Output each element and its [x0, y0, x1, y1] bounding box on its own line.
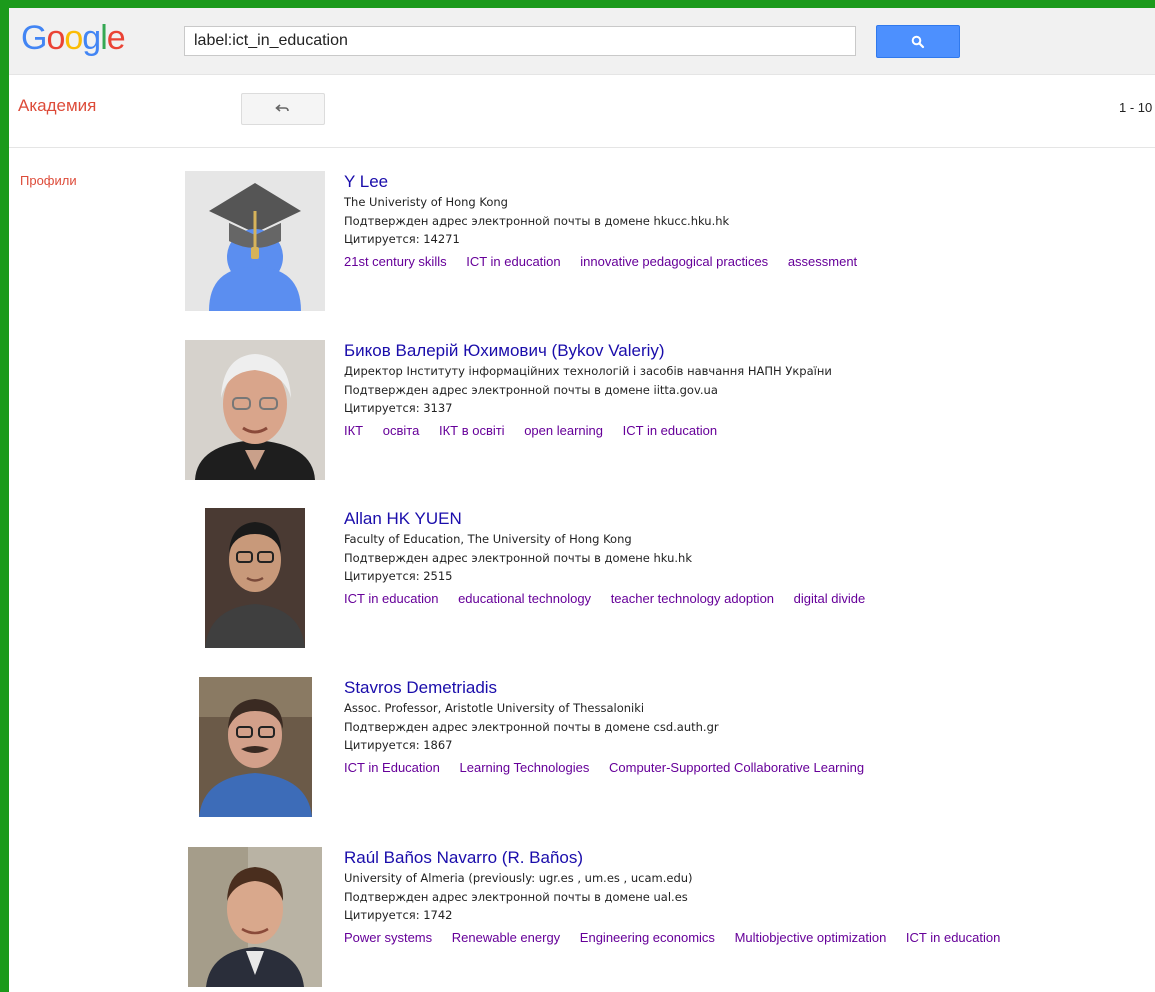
profile-email: Подтвержден адрес электронной почты в до…	[344, 550, 693, 565]
profile-tags: ICT in Education Learning Technologies C…	[344, 758, 880, 778]
profile-affiliation: University of Almeria (previously: ugr.e…	[344, 871, 693, 885]
profile-name[interactable]: Raúl Baños Navarro (R. Baños)	[344, 847, 1016, 869]
browser-page: Google label:ict_in_education Академия 1…	[9, 8, 1155, 992]
interest-tag[interactable]: assessment	[788, 254, 857, 269]
profile-name[interactable]: Stavros Demetriadis	[344, 677, 880, 699]
interest-tag[interactable]: 21st century skills	[344, 254, 447, 269]
profile-photo[interactable]	[185, 171, 325, 311]
interest-tag[interactable]: ІКТ	[344, 423, 363, 438]
profile-affiliation: The Univeristy of Hong Kong	[344, 195, 508, 209]
profile-email: Подтвержден адрес электронной почты в до…	[344, 719, 719, 734]
interest-tag[interactable]: educational technology	[458, 591, 591, 606]
profile-citations: Цитируется: 14271	[344, 232, 460, 246]
profile-email: Подтвержден адрес электронной почты в до…	[344, 382, 718, 397]
profile-photo[interactable]	[205, 508, 305, 648]
search-button[interactable]	[876, 25, 960, 58]
profile-item: Raúl Baños Navarro (R. Baños) University…	[9, 847, 1155, 992]
interest-tag[interactable]: Power systems	[344, 930, 432, 945]
profile-citations: Цитируется: 2515	[344, 569, 453, 583]
logo-letter: g	[82, 19, 101, 57]
interest-tag[interactable]: Renewable energy	[452, 930, 560, 945]
interest-tag[interactable]: освіта	[383, 423, 420, 438]
top-bar: Google label:ict_in_education	[9, 8, 1155, 75]
interest-tag[interactable]: ICT in education	[623, 423, 717, 438]
profile-tags: ІКТ освіта ІКТ в освіті open learning IC…	[344, 421, 832, 441]
logo-letter: o	[46, 19, 65, 57]
interest-tag[interactable]: ICT in education	[466, 254, 560, 269]
results-range: 1 - 10	[1119, 100, 1153, 115]
logo-letter: e	[106, 19, 126, 57]
profile-email: Подтвержден адрес электронной почты в до…	[344, 889, 688, 904]
profile-item: Биков Валерій Юхимович (Bykov Valeriy) Д…	[9, 340, 1155, 485]
interest-tag[interactable]: ICT in education	[906, 930, 1000, 945]
interest-tag[interactable]: open learning	[524, 423, 603, 438]
interest-tag[interactable]: digital divide	[794, 591, 866, 606]
search-input[interactable]: label:ict_in_education	[184, 26, 856, 56]
profile-item: Stavros Demetriadis Assoc. Professor, Ar…	[9, 677, 1155, 822]
profile-photo[interactable]	[199, 677, 312, 817]
profile-affiliation: Assoc. Professor, Aristotle University o…	[344, 701, 645, 715]
portrait-photo	[205, 508, 305, 648]
interest-tag[interactable]: Learning Technologies	[460, 760, 590, 775]
profile-name[interactable]: Allan HK YUEN	[344, 508, 881, 530]
profile-photo[interactable]	[185, 340, 325, 480]
back-arrow-icon	[275, 104, 289, 112]
profile-citations: Цитируется: 1867	[344, 738, 453, 752]
profile-tags: Power systems Renewable energy Engineeri…	[344, 928, 1016, 948]
logo-letter: G	[21, 19, 47, 57]
sub-bar: Академия 1 - 10	[9, 75, 1155, 148]
portrait-photo	[199, 677, 312, 817]
logo-letter: o	[64, 19, 83, 57]
profile-citations: Цитируется: 1742	[344, 908, 453, 922]
interest-tag[interactable]: ICT in Education	[344, 760, 440, 775]
interest-tag[interactable]: Engineering economics	[580, 930, 715, 945]
profile-citations: Цитируется: 3137	[344, 401, 453, 415]
portrait-photo	[185, 340, 325, 480]
portrait-photo	[188, 847, 322, 987]
profile-item: Y Lee The Univeristy of Hong Kong Подтве…	[9, 171, 1155, 316]
interest-tag[interactable]: innovative pedagogical practices	[580, 254, 768, 269]
profile-tags: ICT in education educational technology …	[344, 589, 881, 609]
profile-name[interactable]: Y Lee	[344, 171, 873, 193]
interest-tag[interactable]: teacher technology adoption	[611, 591, 774, 606]
profile-email: Подтвержден адрес электронной почты в до…	[344, 213, 730, 228]
interest-tag[interactable]: Multiobjective optimization	[735, 930, 887, 945]
interest-tag[interactable]: Computer-Supported Collaborative Learnin…	[609, 760, 864, 775]
profile-item: Allan HK YUEN Faculty of Education, The …	[9, 508, 1155, 653]
profile-name[interactable]: Биков Валерій Юхимович (Bykov Valeriy)	[344, 340, 832, 362]
section-title[interactable]: Академия	[18, 96, 96, 116]
search-icon	[911, 35, 925, 48]
profile-photo[interactable]	[188, 847, 322, 987]
graduate-avatar-icon	[185, 171, 325, 311]
interest-tag[interactable]: ІКТ в освіті	[439, 423, 505, 438]
google-logo[interactable]: Google	[21, 18, 126, 58]
profile-tags: 21st century skills ICT in education inn…	[344, 252, 873, 272]
back-button[interactable]	[241, 93, 325, 125]
interest-tag[interactable]: ICT in education	[344, 591, 438, 606]
profile-affiliation: Директор Інституту інформаційних техноло…	[344, 364, 832, 378]
profile-affiliation: Faculty of Education, The University of …	[344, 532, 632, 546]
